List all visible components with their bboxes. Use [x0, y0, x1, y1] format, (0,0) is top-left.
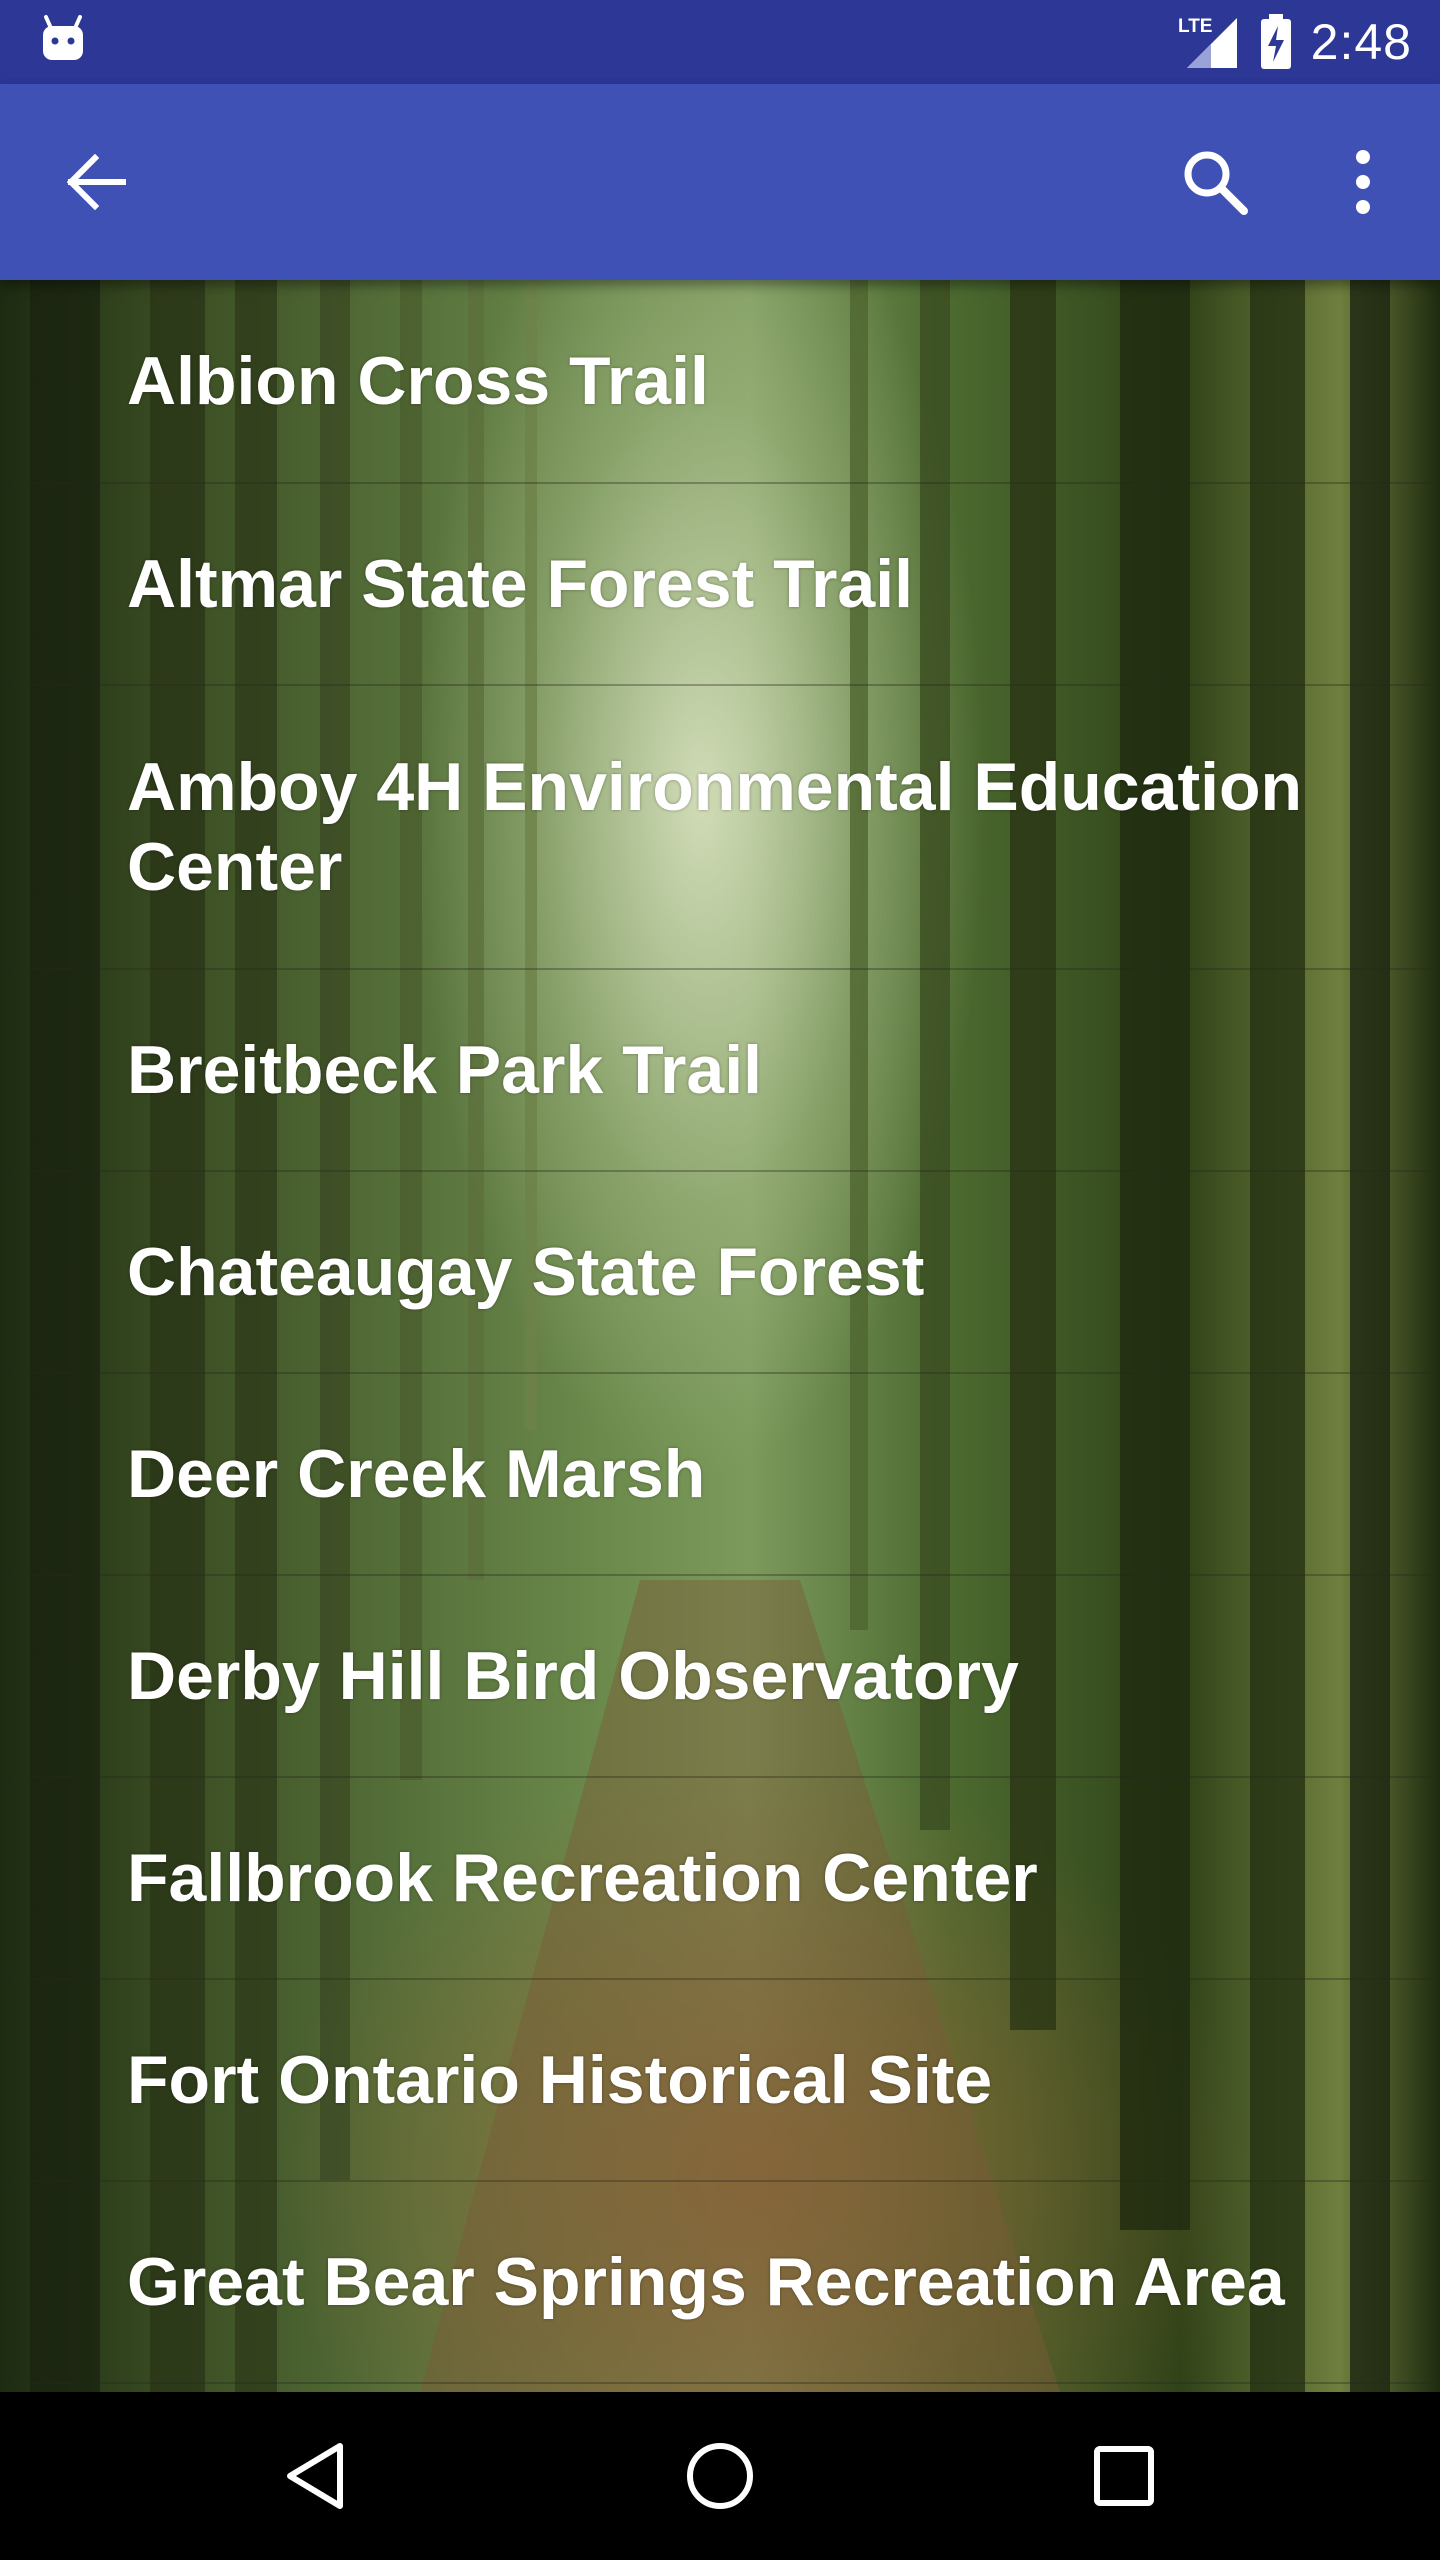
status-icons: LTE 2:48	[1177, 0, 1412, 84]
trail-name: Altmar State Forest Trail	[127, 546, 914, 622]
more-options-button[interactable]	[1298, 84, 1428, 280]
trail-name: Fort Ontario Historical Site	[127, 2042, 993, 2118]
trail-name: Deer Creek Marsh	[127, 1436, 706, 1512]
navigation-bar	[0, 2392, 1440, 2560]
status-clock: 2:48	[1310, 14, 1412, 70]
trail-name: Amboy 4H Environmental Education Center	[127, 749, 1303, 905]
list-item[interactable]: Deer Creek Marsh	[0, 1374, 1440, 1576]
lte-signal-icon: LTE	[1178, 16, 1237, 68]
battery-charging-icon	[1260, 14, 1291, 69]
list-item[interactable]: Albion Cross Trail	[0, 280, 1440, 484]
trail-name: Derby Hill Bird Observatory	[127, 1638, 1019, 1714]
back-button[interactable]	[32, 84, 162, 280]
screen: LTE 2:48 Albion Cross Trail Altmar State…	[0, 0, 1440, 2560]
nav-home-icon	[687, 2443, 753, 2509]
trail-name: Fallbrook Recreation Center	[127, 1840, 1038, 1916]
arrow-back-icon	[66, 153, 126, 211]
nav-home-button[interactable]	[620, 2392, 820, 2560]
trail-name: Chateaugay State Forest	[127, 1234, 925, 1310]
trail-list-container[interactable]: Albion Cross Trail Altmar State Forest T…	[0, 280, 1440, 2392]
network-label: LTE	[1178, 16, 1212, 37]
trail-name: Breitbeck Park Trail	[127, 1032, 763, 1108]
nav-back-button[interactable]	[216, 2392, 416, 2560]
trail-name: Great Bear Springs Recreation Area	[127, 2244, 1285, 2320]
more-vert-icon	[1356, 150, 1370, 214]
android-icon	[43, 15, 83, 60]
app-bar	[0, 84, 1440, 280]
list-item[interactable]: Chateaugay State Forest	[0, 1172, 1440, 1374]
trail-name: Albion Cross Trail	[127, 343, 709, 419]
nav-recents-button[interactable]	[1024, 2392, 1224, 2560]
list-item[interactable]: Breitbeck Park Trail	[0, 970, 1440, 1172]
nav-recents-icon	[1094, 2446, 1154, 2506]
list-item[interactable]: Great Bear Springs Recreation Area	[0, 2182, 1440, 2384]
list-item[interactable]: Fort Ontario Historical Site	[0, 1980, 1440, 2182]
search-button[interactable]	[1150, 84, 1280, 280]
list-item[interactable]: Amboy 4H Environmental Education Center	[0, 686, 1440, 970]
list-item[interactable]: Altmar State Forest Trail	[0, 484, 1440, 686]
list-item[interactable]: Fallbrook Recreation Center	[0, 1778, 1440, 1980]
nav-back-icon	[287, 2443, 343, 2509]
status-bar: LTE 2:48	[0, 0, 1440, 84]
list-item[interactable]: Derby Hill Bird Observatory	[0, 1576, 1440, 1778]
trail-list: Albion Cross Trail Altmar State Forest T…	[0, 280, 1440, 2384]
search-icon	[1184, 151, 1248, 215]
